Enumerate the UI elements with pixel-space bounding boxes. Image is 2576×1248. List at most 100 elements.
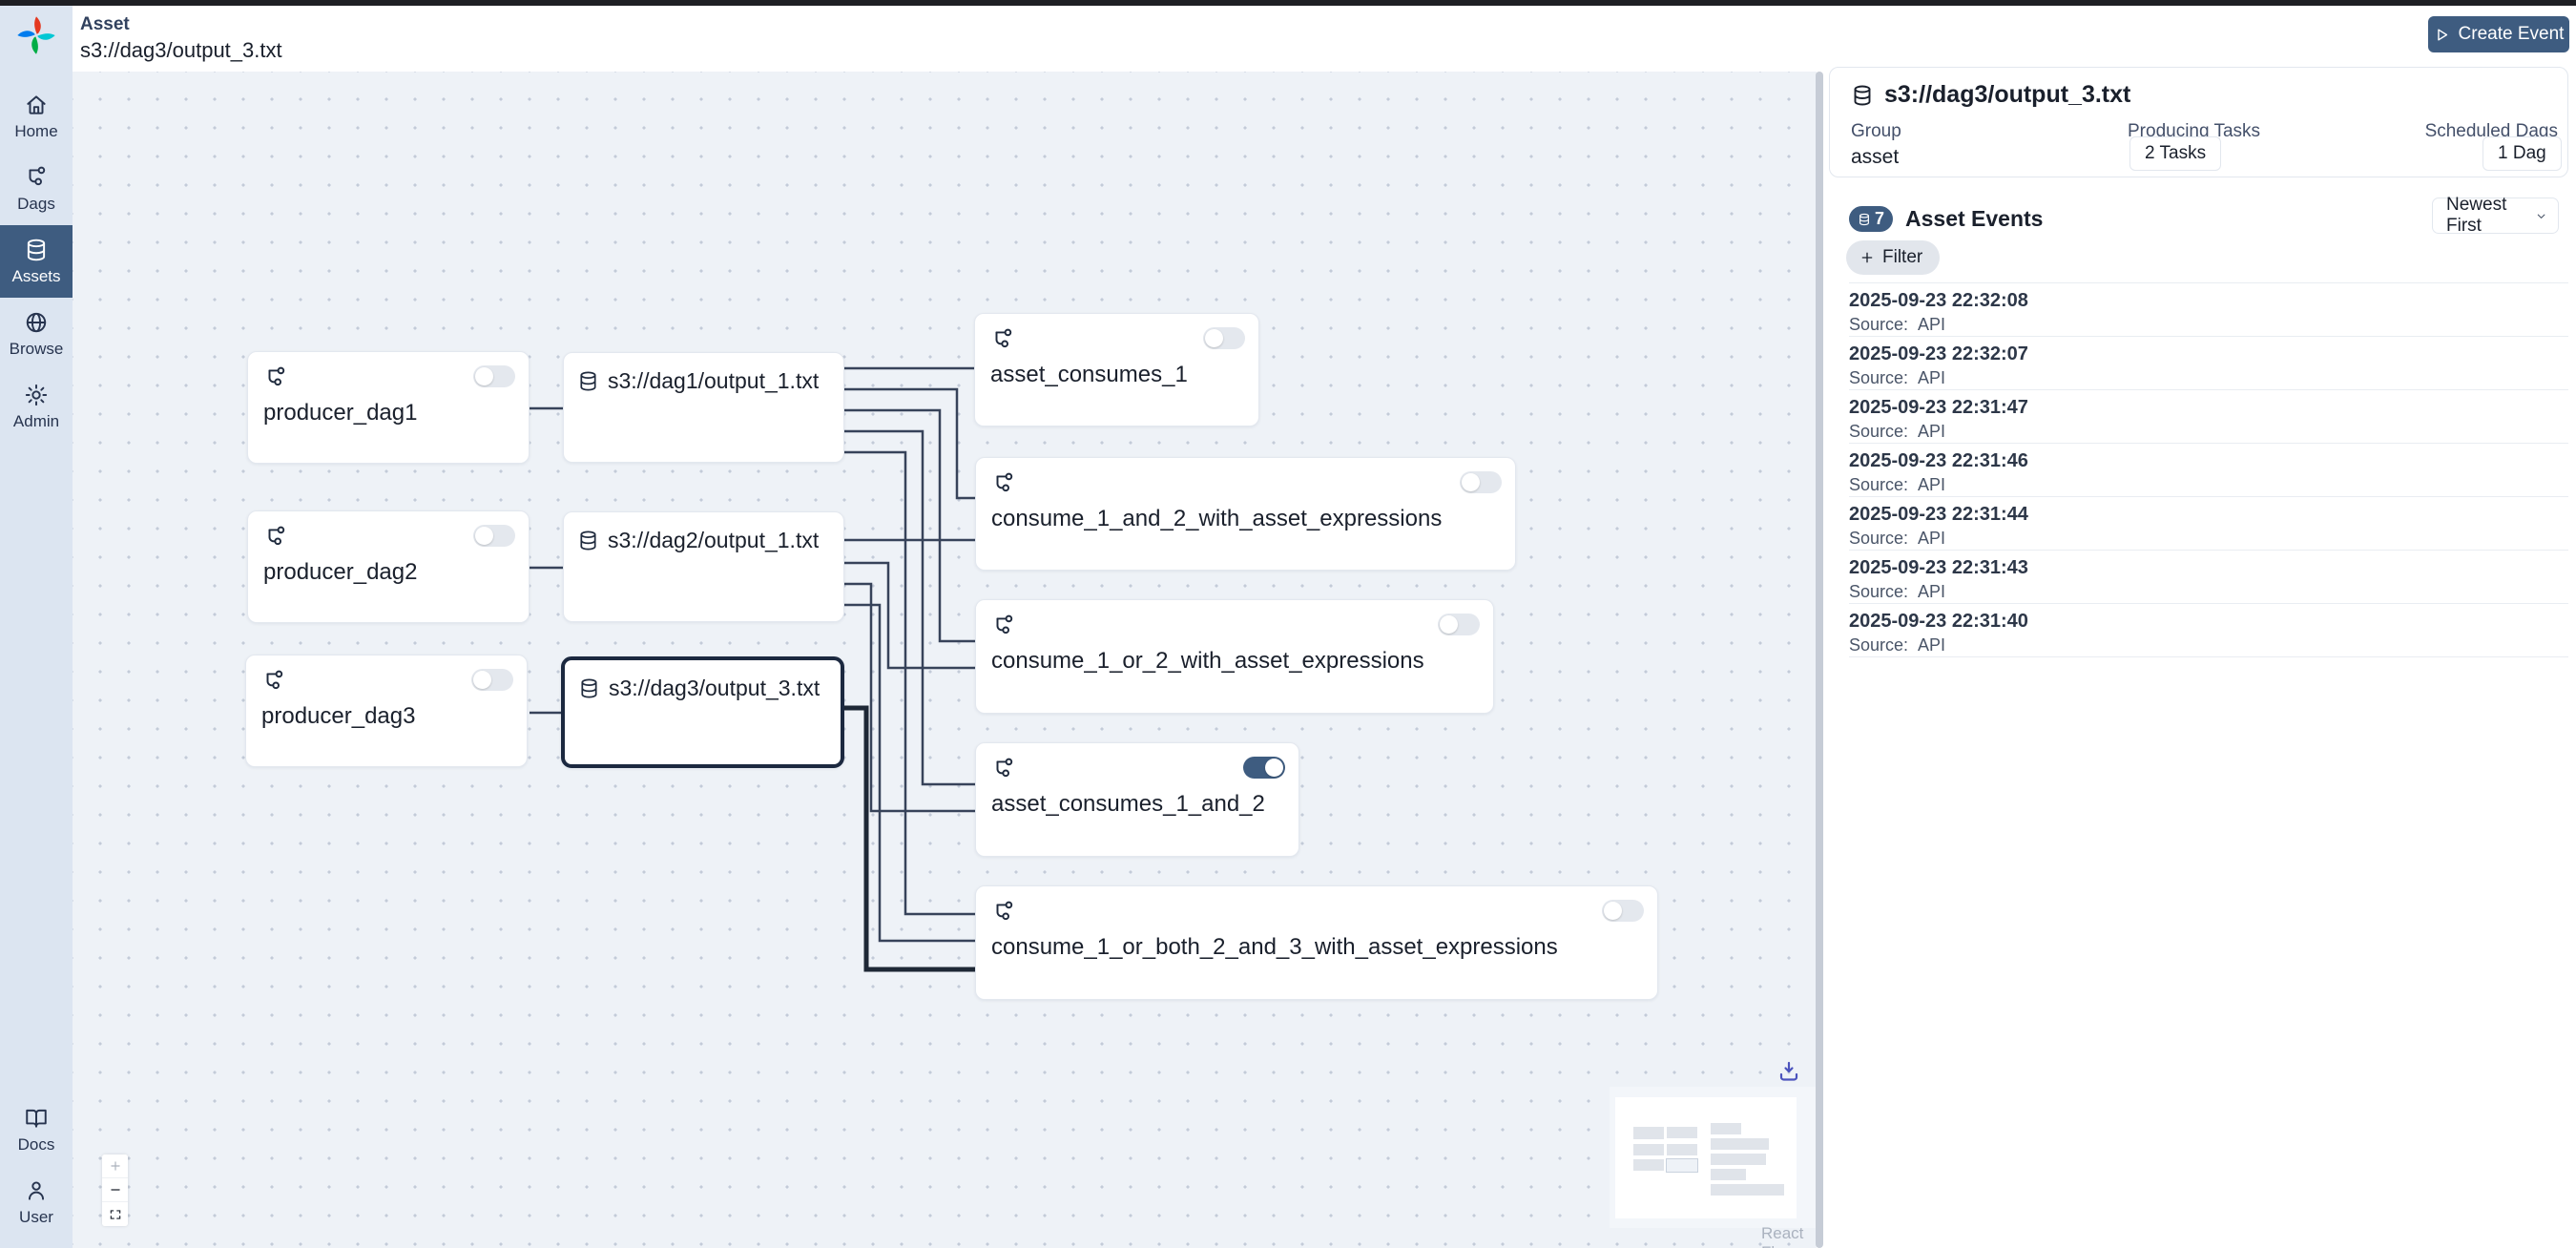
event-timestamp: 2025-09-23 22:31:44 bbox=[1849, 504, 2568, 526]
asset-summary-card: s3://dag3/output_3.txt Group asset Produ… bbox=[1829, 67, 2568, 177]
dag-icon bbox=[263, 525, 288, 550]
asset-details-panel: s3://dag3/output_3.txt Group asset Produ… bbox=[1823, 6, 2576, 1248]
asset-event-row: 2025-09-23 22:31:47 Source: API bbox=[1849, 390, 2568, 444]
event-source: Source: API bbox=[1849, 475, 2568, 495]
graph-node-consume_1_or_2_with_asset_expressions[interactable]: consume_1_or_2_with_asset_expressions bbox=[975, 599, 1494, 714]
sidebar-item-user[interactable]: User bbox=[0, 1166, 73, 1238]
node-label: consume_1_or_both_2_and_3_with_asset_exp… bbox=[976, 925, 1657, 961]
sort-order-select[interactable]: Newest First bbox=[2432, 198, 2559, 234]
event-source: Source: API bbox=[1849, 368, 2568, 388]
event-timestamp: 2025-09-23 22:32:07 bbox=[1849, 343, 2568, 365]
create-event-button[interactable]: Create Event bbox=[2428, 16, 2569, 52]
filter-button[interactable]: Filter bbox=[1846, 240, 1940, 275]
fit-view-button[interactable] bbox=[102, 1202, 128, 1226]
asset-events-header: 7 Asset Events bbox=[1849, 206, 2043, 232]
node-label: s3://dag2/output_1.txt bbox=[608, 528, 819, 553]
sidebar-item-label: Home bbox=[14, 122, 57, 141]
vertical-scrollbar[interactable] bbox=[1816, 72, 1823, 1248]
node-label: s3://dag3/output_3.txt bbox=[609, 676, 820, 701]
group-value: asset bbox=[1851, 146, 1899, 169]
graph-node-consume_1_and_2_with_asset_expressions[interactable]: consume_1_and_2_with_asset_expressions bbox=[975, 457, 1516, 571]
sidebar-item-docs[interactable]: Docs bbox=[0, 1093, 73, 1166]
sidebar-item-admin[interactable]: Admin bbox=[0, 370, 73, 443]
graph-edge bbox=[844, 389, 975, 498]
graph-edge bbox=[844, 708, 975, 969]
sidebar-item-dags[interactable]: Dags bbox=[0, 153, 73, 225]
dag-pause-toggle[interactable] bbox=[1438, 614, 1480, 635]
node-label: s3://dag1/output_1.txt bbox=[608, 368, 819, 394]
minimap[interactable] bbox=[1610, 1087, 1817, 1228]
minimap-node bbox=[1667, 1159, 1697, 1171]
minimap-node bbox=[1667, 1127, 1696, 1138]
graph-node-asset_consumes_1[interactable]: asset_consumes_1 bbox=[974, 313, 1259, 426]
scheduled-dags-button[interactable]: 1 Dag bbox=[2483, 136, 2562, 171]
dag-icon bbox=[263, 365, 288, 390]
dag-icon bbox=[991, 614, 1016, 638]
node-label: producer_dag3 bbox=[246, 694, 527, 730]
graph-node-producer_dag2[interactable]: producer_dag2 bbox=[247, 510, 530, 623]
asset-graph-canvas[interactable]: producer_dag1 producer_dag2 producer_dag3 s… bbox=[73, 72, 1817, 1248]
asset-event-row: 2025-09-23 22:31:43Source: API bbox=[1849, 551, 2568, 604]
user-icon bbox=[24, 1178, 49, 1203]
minimap-node bbox=[1711, 1138, 1768, 1151]
event-source: Source: API bbox=[1849, 422, 2568, 442]
sidebar: Home Dags Assets Browse Admin Docs User bbox=[0, 6, 73, 1248]
minimap-node bbox=[1711, 1154, 1766, 1166]
dag-pause-toggle[interactable] bbox=[471, 669, 513, 691]
node-label: consume_1_or_2_with_asset_expressions bbox=[976, 638, 1493, 675]
event-timestamp: 2025-09-23 22:31:47 bbox=[1849, 397, 2568, 419]
graph-node-asset_dag1[interactable]: s3://dag1/output_1.txt bbox=[563, 352, 844, 463]
dag-pause-toggle[interactable] bbox=[1602, 900, 1644, 922]
event-source: Source: API bbox=[1849, 529, 2568, 549]
graph-node-producer_dag3[interactable]: producer_dag3 bbox=[245, 655, 528, 767]
zoom-out-button[interactable] bbox=[102, 1178, 128, 1202]
asset-event-row: 2025-09-23 22:31:46 Source: API bbox=[1849, 444, 2568, 497]
sidebar-item-label: Dags bbox=[17, 195, 55, 214]
minimap-node bbox=[1711, 1184, 1783, 1196]
minimap-node bbox=[1633, 1144, 1664, 1156]
dag-pause-toggle[interactable] bbox=[1243, 757, 1285, 779]
database-icon bbox=[1851, 84, 1874, 107]
graph-node-consume_1_or_both_2_and_3_with_asset_expressions[interactable]: consume_1_or_both_2_and_3_with_asset_exp… bbox=[975, 885, 1658, 1000]
dag-icon bbox=[990, 327, 1015, 352]
dag-pause-toggle[interactable] bbox=[473, 525, 515, 547]
sidebar-item-browse[interactable]: Browse bbox=[0, 298, 73, 370]
minimap-node bbox=[1711, 1169, 1745, 1181]
dag-pause-toggle[interactable] bbox=[1460, 471, 1502, 493]
sidebar-item-label: User bbox=[19, 1208, 53, 1227]
node-label: asset_consumes_1_and_2 bbox=[976, 781, 1298, 818]
sidebar-item-home[interactable]: Home bbox=[0, 80, 73, 153]
page-title: s3://dag3/output_3.txt bbox=[80, 38, 282, 63]
download-icon bbox=[1777, 1060, 1800, 1083]
zoom-in-button[interactable] bbox=[102, 1154, 128, 1178]
minimap-node bbox=[1667, 1144, 1696, 1155]
page-eyebrow: Asset bbox=[80, 14, 130, 35]
database-icon bbox=[1858, 213, 1871, 226]
window-top-strip bbox=[0, 0, 2576, 6]
producing-tasks-button[interactable]: 2 Tasks bbox=[2129, 136, 2221, 171]
download-graph-button[interactable] bbox=[1776, 1060, 1801, 1085]
graph-node-producer_dag1[interactable]: producer_dag1 bbox=[247, 351, 530, 464]
node-label: producer_dag1 bbox=[248, 390, 529, 426]
sidebar-item-assets[interactable]: Assets bbox=[0, 225, 73, 298]
home-icon bbox=[24, 93, 49, 117]
dag-pause-toggle[interactable] bbox=[473, 365, 515, 387]
dag-pause-toggle[interactable] bbox=[1203, 327, 1245, 349]
event-timestamp: 2025-09-23 22:31:46 bbox=[1849, 450, 2568, 472]
graph-node-asset_dag3[interactable]: s3://dag3/output_3.txt bbox=[561, 656, 844, 768]
graph-edge bbox=[844, 410, 975, 641]
chevron-down-icon bbox=[2535, 209, 2547, 223]
database-icon bbox=[24, 238, 49, 262]
event-timestamp: 2025-09-23 22:31:40 bbox=[1849, 611, 2568, 633]
globe-icon bbox=[24, 310, 49, 335]
sidebar-item-label: Admin bbox=[13, 412, 59, 431]
dag-icon bbox=[261, 669, 286, 694]
dag-icon bbox=[991, 471, 1016, 496]
asset-events-count-badge: 7 bbox=[1849, 206, 1893, 232]
graph-node-asset_consumes_1_and_2[interactable]: asset_consumes_1_and_2 bbox=[975, 742, 1299, 857]
asset-events-title: Asset Events bbox=[1905, 206, 2043, 232]
dag-icon bbox=[991, 900, 1016, 925]
event-timestamp: 2025-09-23 22:32:08 bbox=[1849, 290, 2568, 312]
graph-node-asset_dag2[interactable]: s3://dag2/output_1.txt bbox=[563, 511, 844, 622]
asset-event-row: 2025-09-23 22:31:40Source: API bbox=[1849, 604, 2568, 657]
